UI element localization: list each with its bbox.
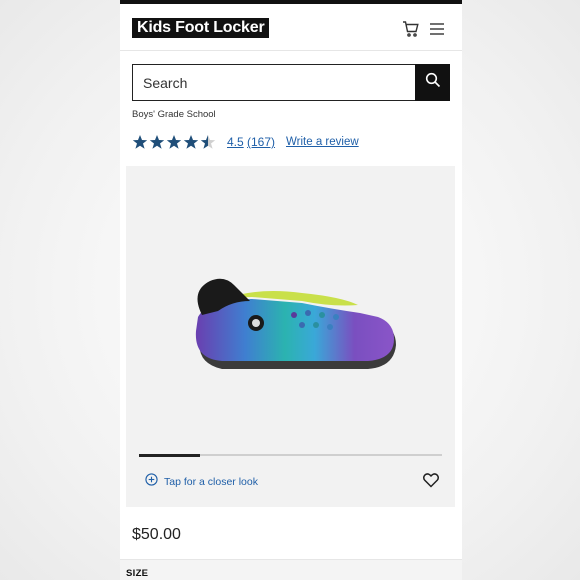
search-bar [132, 64, 450, 101]
clog-shoe-image [195, 278, 396, 369]
cart-icon[interactable] [402, 20, 420, 38]
heart-icon[interactable] [422, 471, 440, 489]
review-count[interactable]: (167) [247, 135, 275, 149]
search-icon [425, 72, 441, 93]
closer-look-label: Tap for a closer look [164, 476, 258, 488]
gallery-progress-bar [139, 453, 442, 457]
kids-foot-locker-logo[interactable]: Kids Foot Locker [132, 18, 270, 38]
star-icon [200, 135, 216, 149]
product-page: Kids Foot Locker Search Boys' Grade Scho… [120, 0, 462, 580]
plus-circle-icon [145, 473, 158, 491]
star-icon [132, 135, 148, 149]
search-input[interactable] [132, 64, 415, 101]
closer-look-button[interactable]: Tap for a closer look [145, 473, 258, 491]
product-price: $50.00 [132, 526, 181, 543]
star-rating [132, 134, 217, 150]
size-label: SIZE [126, 568, 149, 579]
write-review-link[interactable]: Write a review [286, 136, 359, 148]
rating-row: 4.5 (167) Write a review [132, 134, 452, 152]
gallery-progress-fill [139, 453, 200, 457]
star-icon [183, 135, 199, 149]
site-header: Kids Foot Locker [120, 4, 462, 51]
star-icon [149, 135, 165, 149]
rating-value[interactable]: 4.5 [227, 135, 244, 149]
star-icon [166, 135, 182, 149]
product-image-gallery[interactable]: Tap for a closer look [126, 166, 455, 507]
product-category: Boys' Grade School [132, 109, 216, 120]
size-section [120, 559, 462, 580]
search-button[interactable] [415, 64, 450, 101]
hamburger-menu-icon[interactable] [428, 20, 446, 38]
